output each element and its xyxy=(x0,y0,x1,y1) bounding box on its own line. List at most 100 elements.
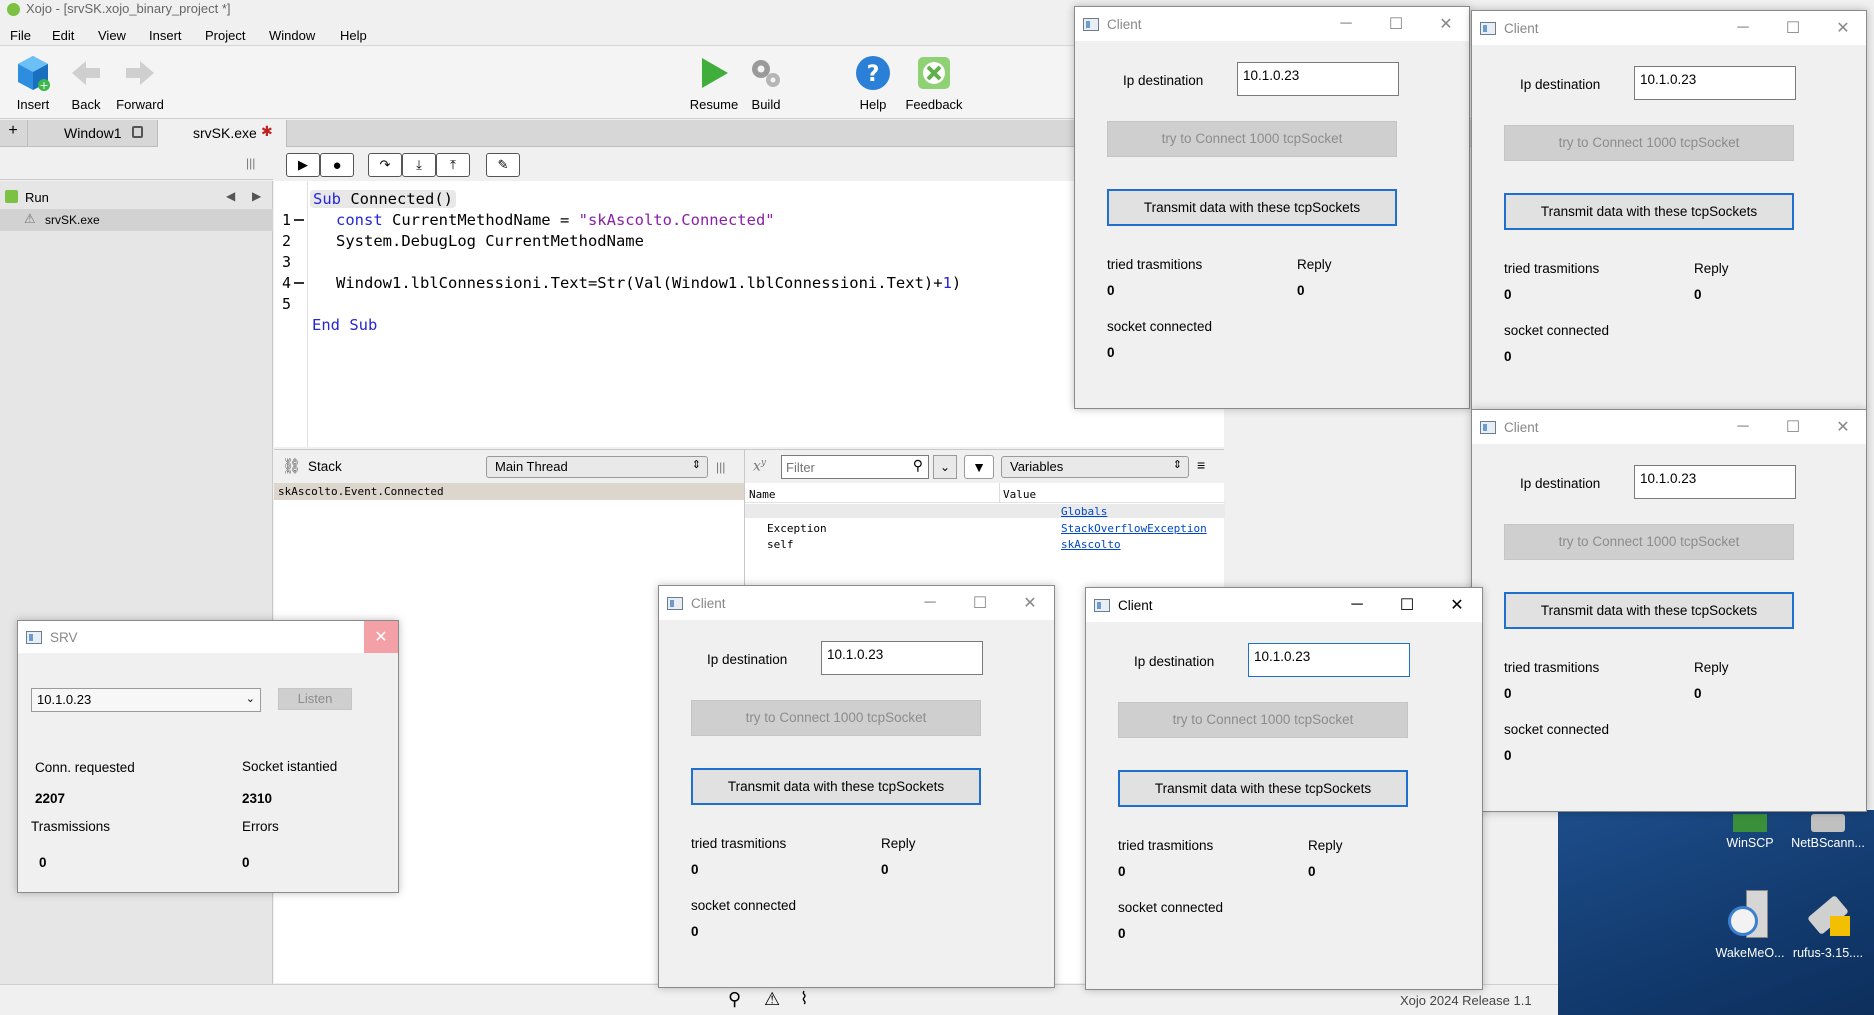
connect-button[interactable]: try to Connect 1000 tcpSocket xyxy=(1107,121,1397,157)
variable-row[interactable]: self skAscolto xyxy=(745,537,1225,551)
column-resize-icon[interactable]: ||| xyxy=(716,460,725,474)
close-button[interactable]: ✕ xyxy=(1019,592,1041,614)
transmit-button[interactable]: Transmit data with these tcpSockets xyxy=(1107,189,1397,226)
close-button[interactable]: ✕ xyxy=(1832,416,1854,438)
tab-run[interactable]: srvSK.exe ✱ xyxy=(157,120,287,147)
ip-destination-field[interactable]: 10.1.0.23 xyxy=(1248,643,1410,677)
menu-window[interactable]: Window xyxy=(269,28,315,43)
maximize-icon: ☐ xyxy=(1399,597,1415,614)
connect-button[interactable]: try to Connect 1000 tcpSocket xyxy=(1118,702,1408,738)
help-button[interactable]: ? Help xyxy=(853,53,893,112)
stack-frame-row[interactable]: skAscolto.Event.Connected xyxy=(274,483,744,500)
nav-next-icon[interactable]: ▶ xyxy=(252,189,261,203)
menu-view[interactable]: View xyxy=(98,28,126,43)
stop-button[interactable]: ● xyxy=(320,153,354,177)
column-name-header[interactable]: Name xyxy=(749,488,776,501)
minimize-button[interactable]: ─ xyxy=(1732,416,1754,438)
thread-select[interactable]: Main Thread ⇕ xyxy=(486,456,708,478)
search-icon[interactable]: ⚲ xyxy=(728,989,741,1010)
maximize-button[interactable]: ☐ xyxy=(1385,13,1407,35)
column-value-header[interactable]: Value xyxy=(1003,488,1036,501)
ip-destination-field[interactable]: 10.1.0.23 xyxy=(1634,465,1796,499)
lock-icon xyxy=(132,126,143,138)
desktop-icon-wakemeonlan[interactable]: WakeMeO... xyxy=(1710,890,1790,960)
variable-value-link[interactable]: Globals xyxy=(1061,505,1107,518)
desktop-icon-label: NetBScann... xyxy=(1791,836,1865,850)
minimize-button[interactable]: ─ xyxy=(919,592,941,614)
build-button[interactable]: Build xyxy=(746,53,786,112)
add-tab-button[interactable]: + xyxy=(0,120,26,147)
svg-text:?: ? xyxy=(867,62,880,87)
code-sub-header: Sub Connected() xyxy=(310,190,456,208)
socket-connected-label: socket connected xyxy=(691,898,797,913)
maximize-button[interactable]: ☐ xyxy=(1782,17,1804,39)
close-button[interactable]: ✕ xyxy=(1435,13,1457,35)
variable-value-link[interactable]: skAscolto xyxy=(1061,538,1121,551)
variable-name: self xyxy=(767,538,794,551)
resume-button[interactable]: Resume xyxy=(688,53,740,112)
xojo-logo-icon xyxy=(7,3,20,16)
close-icon: ✕ xyxy=(1836,20,1850,37)
desktop-icon-rufus[interactable]: rufus-3.15.... xyxy=(1788,890,1868,960)
nav-run-group[interactable]: Run ◀ ▶ xyxy=(0,187,273,209)
step-into-button[interactable]: ⤓ xyxy=(402,153,436,177)
maximize-button[interactable]: ☐ xyxy=(1782,416,1804,438)
step-over-button[interactable]: ↷ xyxy=(368,153,402,177)
transmit-button[interactable]: Transmit data with these tcpSockets xyxy=(691,768,981,805)
variable-row[interactable]: Exception StackOverflowException xyxy=(745,521,1225,535)
column-resize-icon[interactable]: ||| xyxy=(246,156,255,170)
menu-project[interactable]: Project xyxy=(205,28,245,43)
ip-destination-field[interactable]: 10.1.0.23 xyxy=(1237,62,1399,96)
transmit-button[interactable]: Transmit data with these tcpSockets xyxy=(1504,592,1794,629)
transmit-button[interactable]: Transmit data with these tcpSockets xyxy=(1504,193,1794,230)
close-button[interactable]: ✕ xyxy=(364,621,398,653)
desktop-icon-winscp[interactable]: WinSCP xyxy=(1710,814,1790,850)
minimize-button[interactable]: ─ xyxy=(1335,13,1357,35)
nav-prev-icon[interactable]: ◀ xyxy=(226,189,235,203)
maximize-button[interactable]: ☐ xyxy=(1396,594,1418,616)
connect-button[interactable]: try to Connect 1000 tcpSocket xyxy=(1504,125,1794,161)
minimize-button[interactable]: ─ xyxy=(1346,594,1368,616)
forward-button[interactable]: Forward xyxy=(114,53,166,112)
client-title: Client xyxy=(1118,598,1153,613)
tab-window1[interactable]: Window1 xyxy=(27,120,155,147)
nav-item-srvsk[interactable]: ⚠ srvSK.exe xyxy=(0,209,273,231)
warning-icon[interactable]: ⚠ xyxy=(764,989,780,1010)
expression-icon[interactable]: xy xyxy=(753,458,766,475)
reply-value: 0 xyxy=(881,862,889,877)
ip-destination-field[interactable]: 10.1.0.23 xyxy=(1634,66,1796,100)
filter-search-field[interactable]: ⚲ xyxy=(781,455,929,479)
transmit-button[interactable]: Transmit data with these tcpSockets xyxy=(1118,770,1408,807)
variable-value-link[interactable]: StackOverflowException xyxy=(1061,522,1207,535)
menu-help[interactable]: Help xyxy=(340,28,367,43)
menu-edit[interactable]: Edit xyxy=(52,28,74,43)
back-button[interactable]: Back xyxy=(66,53,106,112)
ip-destination-field[interactable]: 10.1.0.23 xyxy=(821,641,983,675)
ip-select[interactable]: 10.1.0.23 ⌄ xyxy=(31,688,261,712)
variable-row[interactable]: Globals xyxy=(745,504,1225,518)
help-question-icon: ? xyxy=(853,53,893,93)
close-button[interactable]: ✕ xyxy=(1832,17,1854,39)
menu-file[interactable]: File xyxy=(10,28,31,43)
minimize-button[interactable]: ─ xyxy=(1732,17,1754,39)
close-button[interactable]: ✕ xyxy=(1446,594,1468,616)
feed-icon[interactable]: ⌇ xyxy=(800,989,808,1009)
fold-marker[interactable] xyxy=(294,219,304,221)
connect-button[interactable]: try to Connect 1000 tcpSocket xyxy=(1504,524,1794,560)
run-button[interactable]: ▶ xyxy=(286,153,320,177)
desktop-icon-netbscanner[interactable]: NetBScann... xyxy=(1788,814,1868,850)
fold-marker[interactable] xyxy=(294,282,304,284)
maximize-button[interactable]: ☐ xyxy=(969,592,991,614)
feedback-button[interactable]: Feedback xyxy=(904,53,964,112)
filter-dropdown-button[interactable]: ⌄ xyxy=(933,455,957,479)
menu-insert[interactable]: Insert xyxy=(149,28,182,43)
step-out-button[interactable]: ⤒ xyxy=(436,153,470,177)
filter-toggle-button[interactable]: ▼ xyxy=(964,455,994,479)
edit-code-button[interactable]: ✎ xyxy=(486,153,520,177)
variables-scope-select[interactable]: Variables ⇕ xyxy=(1001,456,1189,478)
menu-lines-icon[interactable]: ≡ xyxy=(1197,457,1205,473)
listen-button[interactable]: Listen xyxy=(278,688,352,710)
insert-button[interactable]: + Insert xyxy=(10,53,56,112)
filter-input[interactable] xyxy=(786,457,906,477)
connect-button[interactable]: try to Connect 1000 tcpSocket xyxy=(691,700,981,736)
